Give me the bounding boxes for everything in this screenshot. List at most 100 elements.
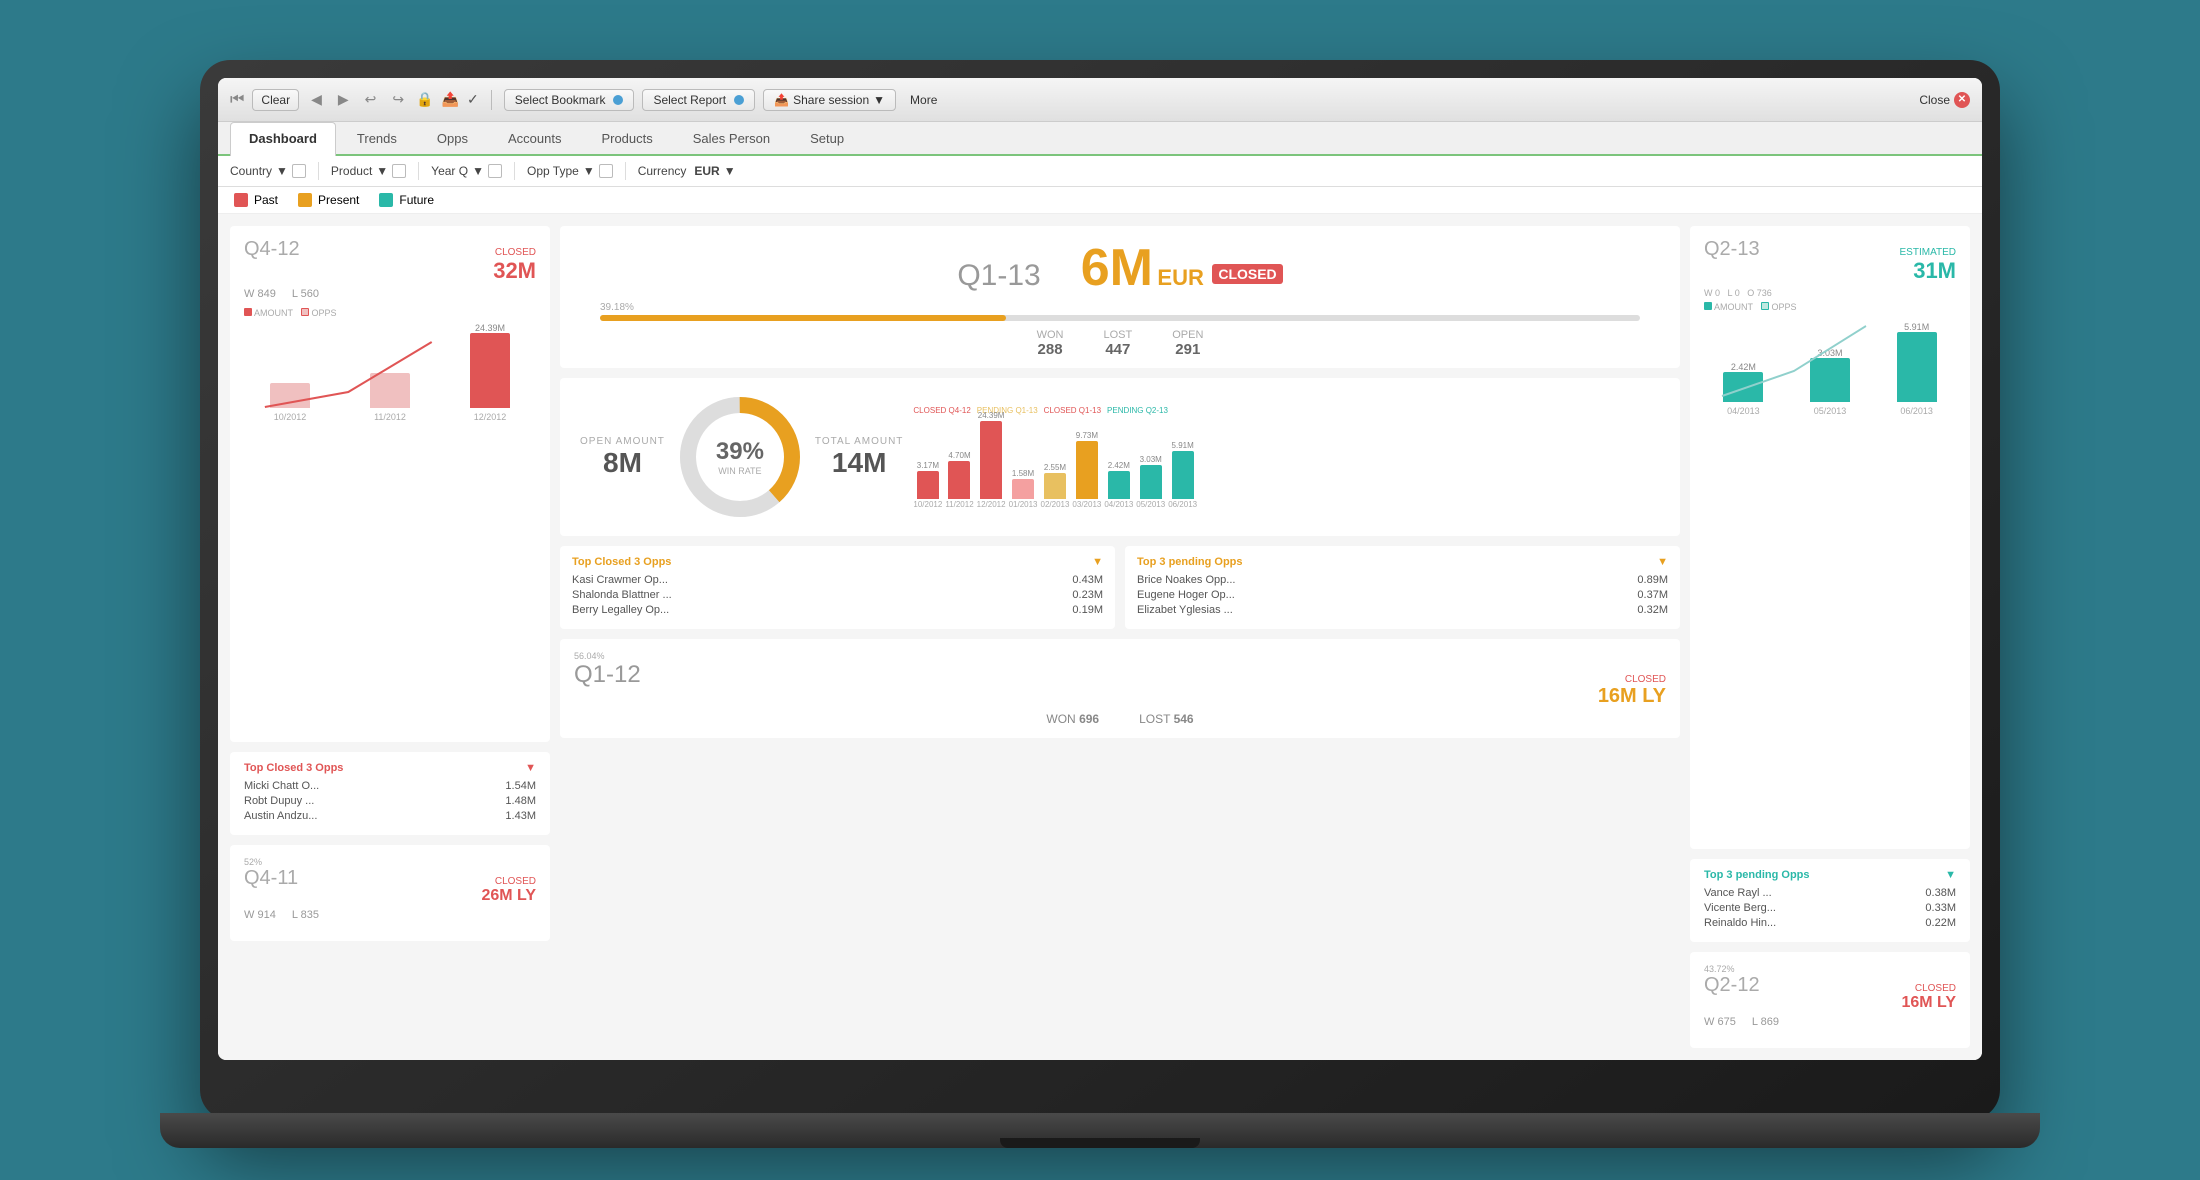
donut-win-rate-label: WIN RATE (716, 466, 764, 476)
ropp-1-val: 0.38M (1925, 887, 1956, 899)
tab-dashboard[interactable]: Dashboard (230, 122, 336, 156)
main-kpi-card: Q1-13 6M EUR CLOSED 39.18% (560, 226, 1680, 368)
ropp-1: Vance Rayl ... 0.38M (1704, 887, 1956, 899)
right-wlo: W 0 L 0 O 736 (1704, 288, 1956, 298)
donut-center-text: 39% WIN RATE (716, 438, 764, 476)
left-bottom-quarter: Q4-11 (244, 867, 298, 890)
cbar-7: 2.42M 04/2013 (1104, 461, 1133, 509)
cbar-6: 9.73M 03/2013 (1072, 431, 1101, 509)
left-opps-card: Top Closed 3 Opps ▼ Micki Chatt O... 1.5… (230, 752, 550, 835)
ropp-3-name: Reinaldo Hin... (1704, 917, 1776, 929)
cop-1-val: 0.43M (1072, 574, 1103, 586)
country-filter[interactable]: Country ▼ (230, 164, 306, 178)
rbar-apr: 2.42M 04/2013 (1704, 362, 1783, 416)
cbar-6-label: 03/2013 (1072, 500, 1101, 509)
right-bottom-quarter: Q2-12 (1704, 974, 1760, 997)
won-stat: WON 288 (1037, 329, 1064, 358)
donut-pct: 39% (716, 438, 764, 466)
cop-3: Berry Legalley Op... 0.19M (572, 604, 1103, 616)
product-filter[interactable]: Product ▼ (331, 164, 406, 178)
lost-value: 447 (1103, 341, 1132, 358)
tab-products[interactable]: Products (582, 122, 671, 154)
total-amount-block: TOTAL AMOUNT 14M (815, 436, 904, 479)
center-opps-pending-dropdown[interactable]: ▼ (1657, 556, 1668, 568)
rbar-may: 3.03M 05/2013 (1791, 348, 1870, 416)
popp-1-name: Brice Noakes Opp... (1137, 574, 1235, 586)
left-won: W 849 (244, 288, 276, 300)
right-amount: 31M (1913, 258, 1956, 283)
yearq-checkbox[interactable] (488, 164, 502, 178)
tab-setup[interactable]: Setup (791, 122, 863, 154)
open-stat: OPEN 291 (1172, 329, 1203, 358)
product-checkbox[interactable] (392, 164, 406, 178)
report-label: Select Report (653, 93, 726, 107)
right-panel: Q2-13 ESTIMATED 31M W 0 L 0 O 736 AMOUNT… (1690, 226, 1970, 1048)
opptype-label: Opp Type (527, 164, 579, 178)
tab-accounts[interactable]: Accounts (489, 122, 580, 154)
right-opps-dropdown[interactable]: ▼ (1945, 869, 1956, 881)
clear-button[interactable]: Clear (252, 89, 299, 111)
forward-arrow[interactable]: ▶ (334, 89, 353, 110)
legend-present: Present (298, 193, 359, 207)
left-mini-legend: AMOUNT OPPS (244, 308, 536, 318)
cop-3-val: 0.19M (1072, 604, 1103, 616)
main-content: Q4-12 CLOSED 32M W 849 L 560 AMOUNT OPPS (218, 214, 1982, 1060)
center-opps-row: Top Closed 3 Opps ▼ Kasi Crawmer Op... 0… (560, 546, 1680, 629)
opptype-checkbox[interactable] (599, 164, 613, 178)
center-opps-closed-dropdown[interactable]: ▼ (1092, 556, 1103, 568)
bookmark-label: Select Bookmark (515, 93, 606, 107)
rbar-jun-label: 06/2013 (1900, 406, 1933, 416)
won-value: 288 (1037, 341, 1064, 358)
left-opps-dropdown[interactable]: ▼ (525, 762, 536, 774)
product-label: Product (331, 164, 372, 178)
center-currency: EUR (1157, 265, 1203, 290)
select-bookmark-button[interactable]: Select Bookmark (504, 89, 635, 111)
left-opp-2-name: Robt Dupuy ... (244, 795, 314, 807)
select-report-button[interactable]: Select Report (642, 89, 755, 111)
more-button[interactable]: More (904, 90, 943, 110)
filters-bar: Country ▼ Product ▼ Year Q ▼ Opp Type ▼ (218, 156, 1982, 187)
right-opps-label: Top 3 pending Opps (1704, 869, 1810, 881)
back-arrow[interactable]: ◀ (307, 89, 326, 110)
opptype-filter[interactable]: Opp Type ▼ (527, 164, 613, 178)
left-bottom-pct: 52% (244, 857, 536, 867)
undo-arrow[interactable]: ↩ (361, 89, 381, 110)
left-opp-3-value: 1.43M (505, 810, 536, 822)
nav-tabs: Dashboard Trends Opps Accounts Products … (218, 122, 1982, 156)
cbar-3-val: 24.39M (978, 411, 1005, 420)
check-icon: ✓ (467, 91, 479, 108)
left-bottom-amount: 26M LY (481, 887, 536, 904)
rbar-jun-val: 5.91M (1904, 322, 1929, 332)
left-opp-3: Austin Andzu... 1.43M (244, 810, 536, 822)
cbar-8: 3.03M 05/2013 (1136, 455, 1165, 509)
right-top-header: Q2-13 ESTIMATED 31M (1704, 238, 1956, 284)
bar-dec2012: 24.39M 12/2012 (444, 323, 536, 422)
share-session-button[interactable]: 📤 Share session ▼ (763, 89, 896, 111)
cbar-7-val: 2.42M (1108, 461, 1130, 470)
currency-filter[interactable]: Currency EUR ▼ (638, 164, 736, 178)
tab-opps[interactable]: Opps (418, 122, 487, 154)
cbar-8-val: 3.03M (1140, 455, 1162, 464)
left-opp-3-name: Austin Andzu... (244, 810, 317, 822)
right-estimated-label: ESTIMATED (1900, 247, 1956, 258)
redo-arrow[interactable]: ↪ (388, 89, 408, 110)
left-opps-title: Top Closed 3 Opps ▼ (244, 762, 536, 774)
close-button[interactable]: Close ✕ (1919, 92, 1970, 108)
center-opps-pending-card: Top 3 pending Opps ▼ Brice Noakes Opp...… (1125, 546, 1680, 629)
left-lost: L 560 (292, 288, 319, 300)
tab-trends[interactable]: Trends (338, 122, 416, 154)
cbar-1-label: 10/2012 (913, 500, 942, 509)
lost-label: LOST (1103, 329, 1132, 341)
share-dropdown: ▼ (873, 93, 885, 107)
country-checkbox[interactable] (292, 164, 306, 178)
main-amount-block: 6M EUR CLOSED (1081, 242, 1283, 294)
center-opps-closed-title: Top Closed 3 Opps ▼ (572, 556, 1103, 568)
popp-1: Brice Noakes Opp... 0.89M (1137, 574, 1668, 586)
share-icon: 📤 (774, 93, 789, 107)
left-opps-title-label: Top Closed 3 Opps (244, 762, 343, 774)
tab-salesperson[interactable]: Sales Person (674, 122, 789, 154)
bookmark-dot (613, 95, 623, 105)
center-amount: 6M (1081, 239, 1153, 297)
popp-2: Eugene Hoger Op... 0.37M (1137, 589, 1668, 601)
yearq-filter[interactable]: Year Q ▼ (431, 164, 502, 178)
